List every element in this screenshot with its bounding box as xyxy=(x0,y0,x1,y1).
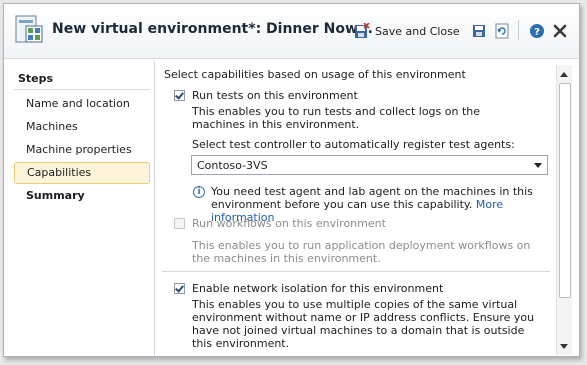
capabilities-heading: Select capabilities based on usage of th… xyxy=(164,68,466,81)
sidebar-item-name-and-location[interactable]: Name and location xyxy=(14,93,150,115)
title-bar: New virtual environment*: Dinner Now... … xyxy=(4,4,579,59)
network-isolation-description: This enables you to use multiple copies … xyxy=(192,298,535,350)
capabilities-panel: Select capabilities based on usage of th… xyxy=(162,63,554,356)
close-icon xyxy=(553,24,567,38)
run-workflows-description: This enables you to run application depl… xyxy=(192,239,531,265)
test-controller-label: Select test controller to automatically … xyxy=(192,138,515,151)
chevron-down-icon xyxy=(534,163,542,168)
scrollbar-thumb[interactable] xyxy=(559,83,571,298)
info-icon: i xyxy=(193,186,205,198)
refresh-icon xyxy=(495,23,509,39)
window-title: New virtual environment*: Dinner Now... xyxy=(52,21,373,37)
test-controller-select[interactable]: Contoso-3VS xyxy=(191,155,548,175)
steps-divider xyxy=(14,89,150,90)
sidebar-item-summary[interactable]: Summary xyxy=(14,185,150,207)
network-isolation-checkbox[interactable] xyxy=(174,283,185,294)
toolbar-separator xyxy=(518,20,519,40)
run-tests-checkbox[interactable] xyxy=(174,90,185,101)
run-workflows-checkbox[interactable] xyxy=(174,218,185,229)
run-tests-label[interactable]: Run tests on this environment xyxy=(192,89,358,102)
help-button[interactable]: ? xyxy=(529,21,545,41)
scroll-down-arrow-icon[interactable] xyxy=(560,344,568,349)
save-and-close-button[interactable]: Save and Close xyxy=(354,21,460,41)
refresh-button[interactable] xyxy=(494,21,510,41)
test-controller-value: Contoso-3VS xyxy=(197,159,268,172)
steps-sidebar: Steps Name and location Machines Machine… xyxy=(4,59,154,356)
save-and-close-icon xyxy=(355,23,370,38)
sidebar-divider xyxy=(154,61,155,356)
save-icon xyxy=(473,25,485,37)
save-and-close-label: Save and Close xyxy=(375,24,460,38)
run-workflows-label[interactable]: Run workflows on this environment xyxy=(192,217,386,230)
help-icon: ? xyxy=(530,24,544,38)
network-isolation-label[interactable]: Enable network isolation for this enviro… xyxy=(192,282,443,295)
save-button[interactable] xyxy=(471,21,487,41)
environment-grid-icon xyxy=(15,15,43,43)
sidebar-item-machine-properties[interactable]: Machine properties xyxy=(14,139,150,161)
sidebar-item-machines[interactable]: Machines xyxy=(14,116,150,138)
close-button[interactable] xyxy=(552,21,568,41)
run-tests-description: This enables you to run tests and collec… xyxy=(192,105,481,131)
scroll-up-arrow-icon[interactable] xyxy=(560,72,568,77)
sidebar-item-capabilities[interactable]: Capabilities xyxy=(14,162,150,184)
steps-title: Steps xyxy=(18,72,54,85)
dialog-window: New virtual environment*: Dinner Now... … xyxy=(3,3,580,357)
section-divider xyxy=(162,271,550,272)
svg-text:?: ? xyxy=(534,27,540,38)
vertical-scrollbar[interactable] xyxy=(556,65,572,355)
